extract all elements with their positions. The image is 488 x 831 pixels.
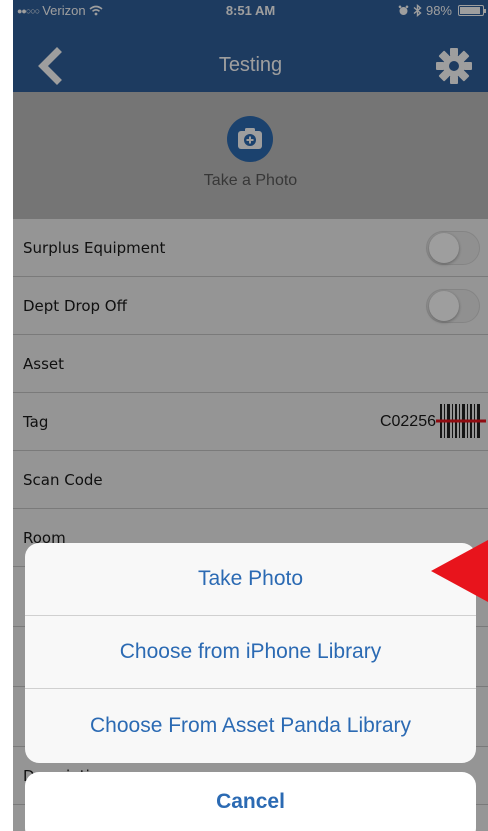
choose-asset-panda-library-option[interactable]: Choose From Asset Panda Library xyxy=(25,689,476,762)
app-screen: ●●○○○ Verizon 8:51 AM 98% Testing Take a… xyxy=(13,0,488,831)
cancel-button[interactable]: Cancel xyxy=(25,772,476,831)
red-arrow-annotation xyxy=(431,540,488,602)
choose-iphone-library-option[interactable]: Choose from iPhone Library xyxy=(25,616,476,689)
take-photo-option[interactable]: Take Photo xyxy=(25,543,476,616)
action-sheet: Take Photo Choose from iPhone Library Ch… xyxy=(25,543,476,763)
